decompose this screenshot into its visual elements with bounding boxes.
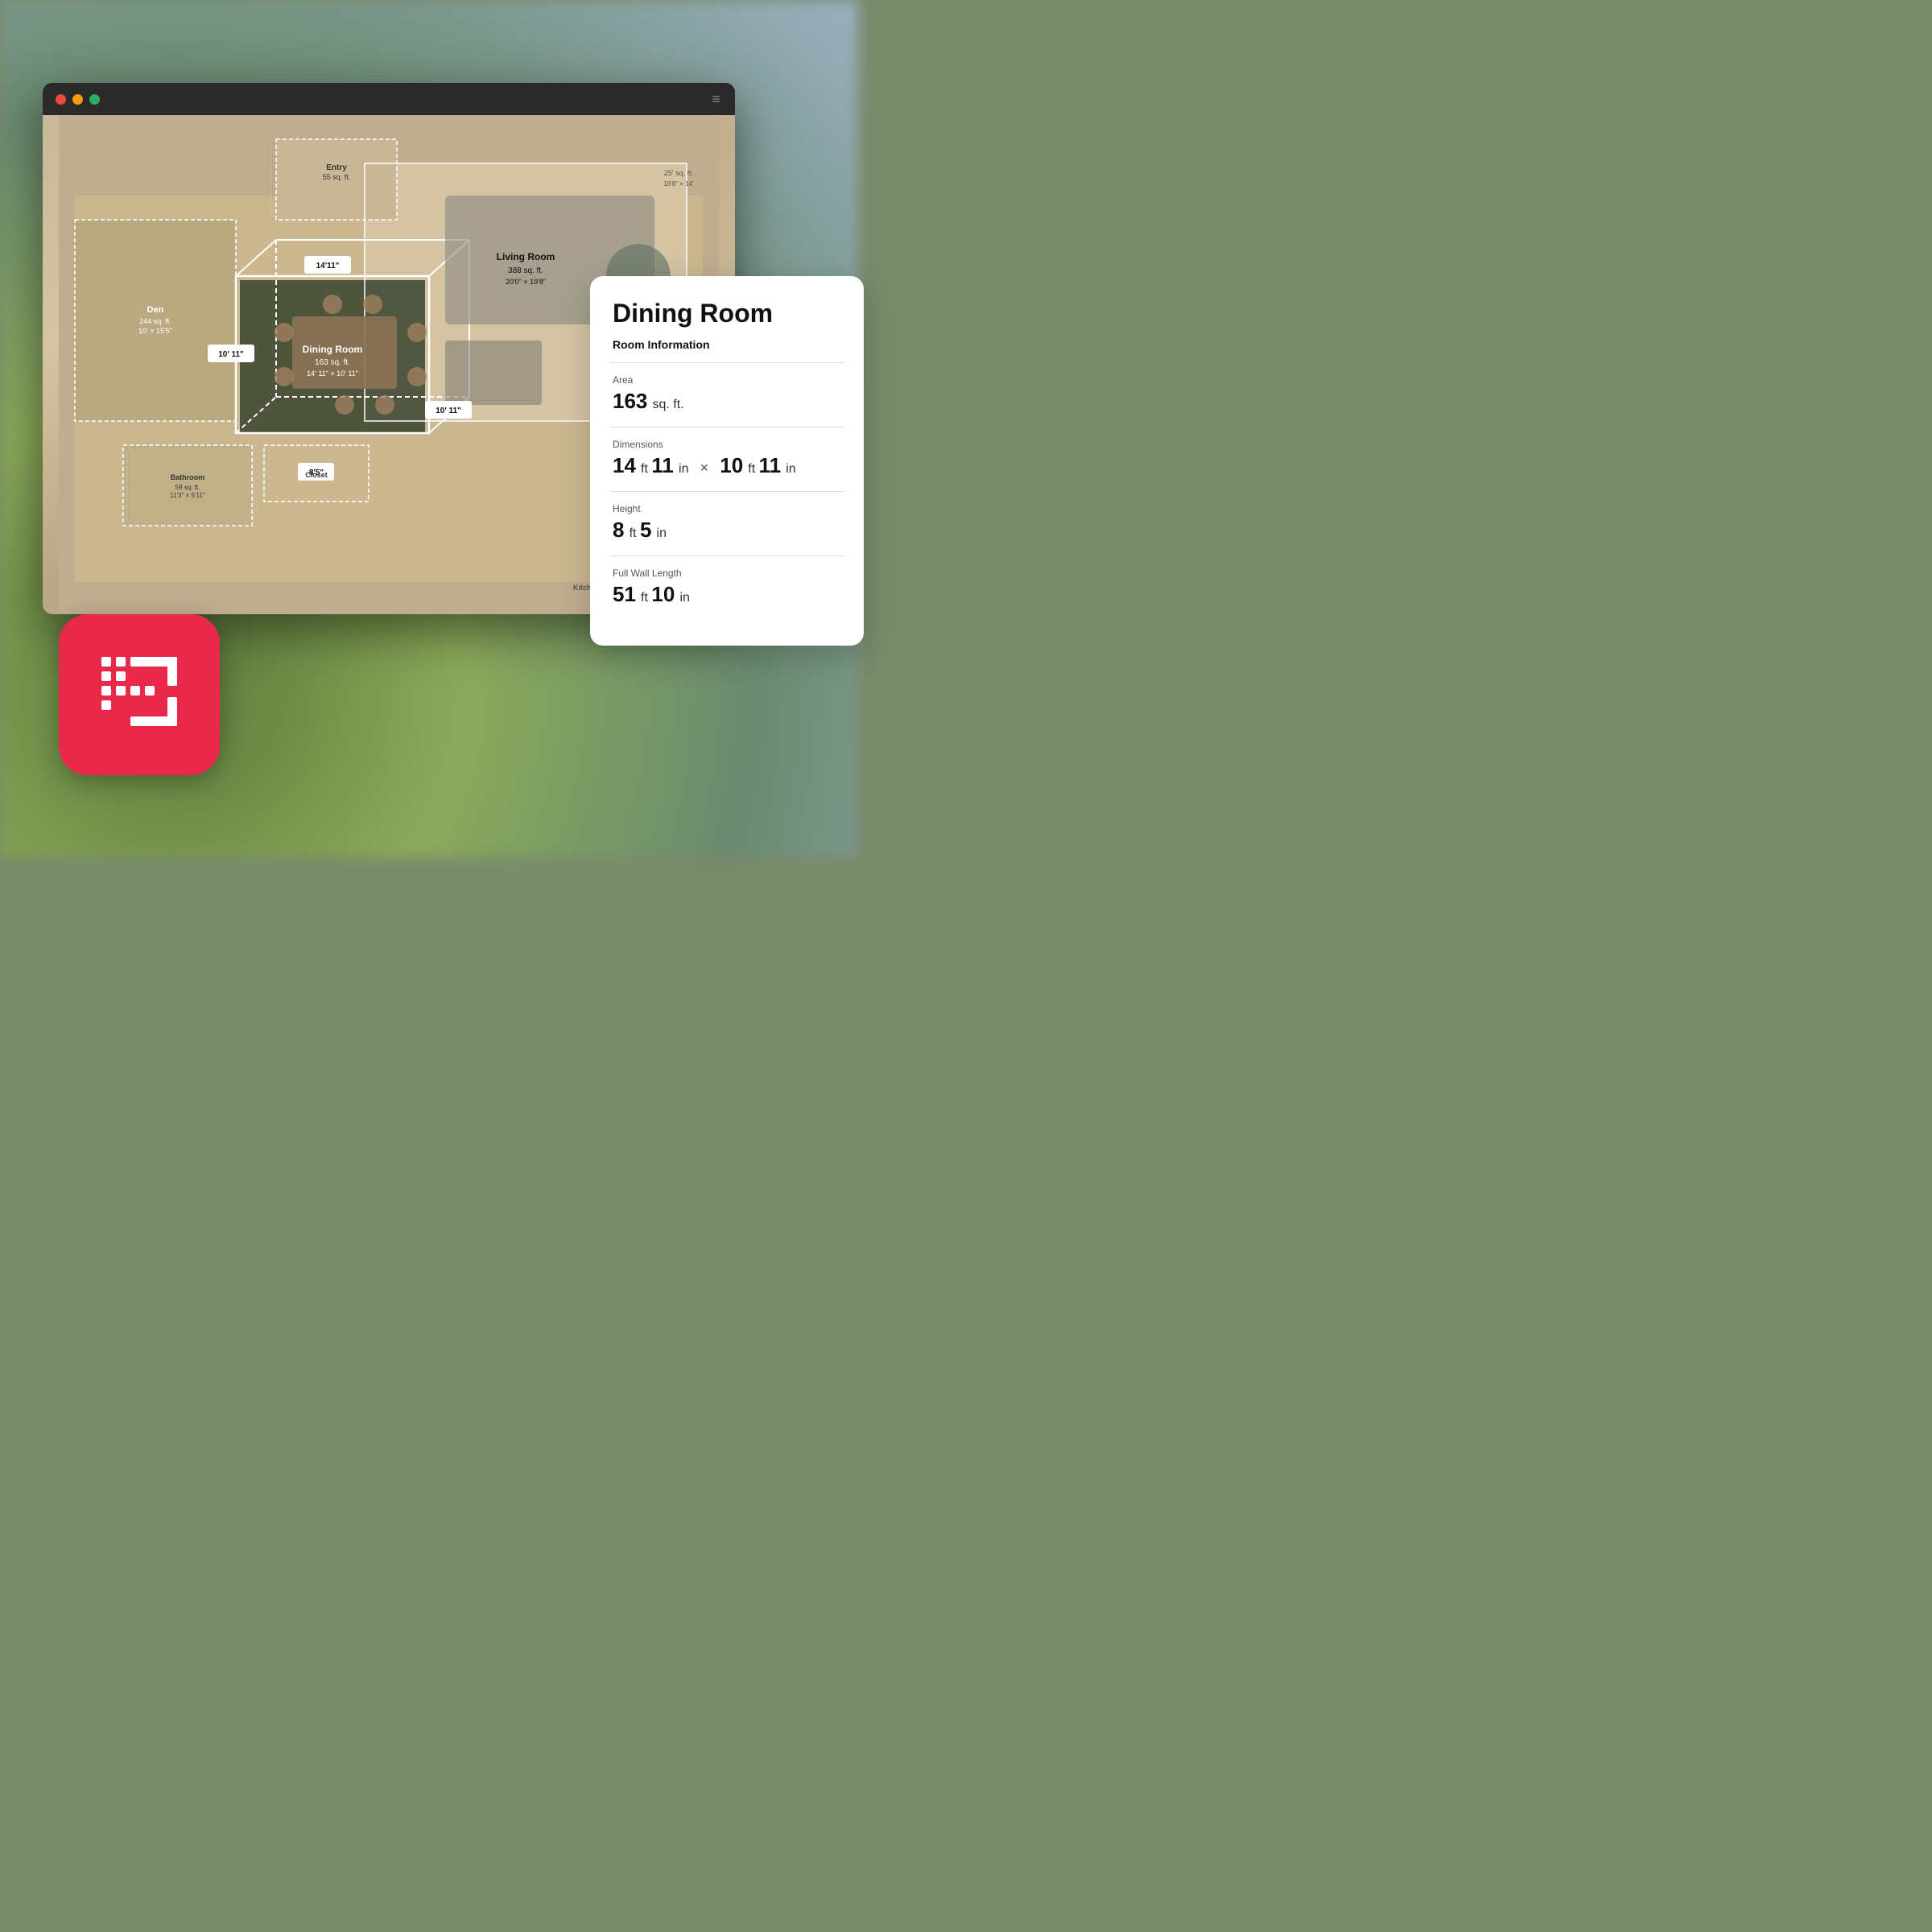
wall-ft-unit: ft bbox=[641, 591, 651, 605]
svg-text:244 sq. ft.: 244 sq. ft. bbox=[139, 317, 171, 325]
svg-text:14'11": 14'11" bbox=[316, 262, 340, 270]
area-unit: sq. ft. bbox=[653, 398, 684, 411]
wall-in-unit: in bbox=[679, 591, 689, 605]
area-label: Area bbox=[613, 374, 841, 386]
close-button[interactable] bbox=[56, 94, 66, 105]
dim-in-unit-2: in bbox=[786, 462, 795, 476]
wall-ft: 51 bbox=[613, 582, 636, 606]
dim-in-unit-1: in bbox=[679, 462, 688, 476]
svg-text:55 sq. ft.: 55 sq. ft. bbox=[323, 173, 351, 181]
times-symbol: × bbox=[700, 460, 709, 476]
dimensions-row: Dimensions 14 ft 11 in × 10 ft 11 in bbox=[613, 439, 841, 478]
height-ft-unit: ft bbox=[630, 526, 640, 540]
svg-text:59 sq. ft.: 59 sq. ft. bbox=[175, 484, 200, 491]
divider-3 bbox=[609, 491, 844, 492]
wall-label: Full Wall Length bbox=[613, 568, 841, 579]
dimensions-label: Dimensions bbox=[613, 439, 841, 450]
svg-text:Dining Room: Dining Room bbox=[303, 344, 363, 355]
svg-text:10' 11": 10' 11" bbox=[436, 407, 461, 415]
area-row: Area 163 sq. ft. bbox=[613, 374, 841, 414]
area-value: 163 sq. ft. bbox=[613, 389, 841, 414]
height-label: Height bbox=[613, 503, 841, 514]
room-title: Dining Room bbox=[613, 299, 841, 328]
svg-text:10' 11": 10' 11" bbox=[218, 350, 244, 359]
dim-ft-unit-1: ft bbox=[641, 462, 651, 476]
info-card: Dining Room Room Information Area 163 sq… bbox=[590, 276, 864, 646]
app-icon[interactable] bbox=[59, 614, 220, 775]
height-in-unit: in bbox=[657, 526, 667, 540]
wall-row: Full Wall Length 51 ft 10 in bbox=[613, 568, 841, 607]
svg-text:Den: Den bbox=[147, 305, 164, 315]
window-controls bbox=[56, 94, 100, 105]
height-row: Height 8 ft 5 in bbox=[613, 503, 841, 543]
svg-text:Living Room: Living Room bbox=[497, 251, 555, 262]
app-icon-svg bbox=[95, 650, 184, 739]
section-label: Room Information bbox=[613, 338, 841, 351]
dim-ft-unit-2: ft bbox=[748, 462, 758, 476]
dim-w-ft: 14 bbox=[613, 453, 636, 477]
svg-text:Bathroom: Bathroom bbox=[171, 473, 205, 481]
dim-h-ft: 10 bbox=[720, 453, 743, 477]
main-container: ≡ bbox=[43, 83, 815, 775]
dimensions-value: 14 ft 11 in × 10 ft 11 in bbox=[613, 453, 841, 478]
area-number: 163 bbox=[613, 389, 647, 413]
minimize-button[interactable] bbox=[72, 94, 83, 105]
divider bbox=[609, 362, 844, 363]
svg-text:Entry: Entry bbox=[326, 163, 347, 172]
svg-text:Closet: Closet bbox=[305, 471, 328, 479]
maximize-button[interactable] bbox=[89, 94, 100, 105]
dim-h-in: 11 bbox=[759, 453, 782, 477]
height-value: 8 ft 5 in bbox=[613, 518, 841, 543]
svg-text:11'3" × 5'11": 11'3" × 5'11" bbox=[170, 492, 205, 499]
svg-text:14' 11" × 10' 11": 14' 11" × 10' 11" bbox=[307, 369, 358, 378]
svg-text:10' × 15'5": 10' × 15'5" bbox=[138, 327, 172, 335]
svg-text:20'0" × 19'8": 20'0" × 19'8" bbox=[506, 278, 546, 286]
divider-4 bbox=[609, 555, 844, 556]
svg-text:18'8" × 14': 18'8" × 14' bbox=[663, 180, 694, 188]
dim-w-in: 11 bbox=[651, 453, 674, 477]
height-ft: 8 bbox=[613, 518, 624, 542]
wall-value: 51 ft 10 in bbox=[613, 582, 841, 607]
height-in: 5 bbox=[640, 518, 651, 542]
window-titlebar: ≡ bbox=[43, 83, 735, 115]
menu-icon[interactable]: ≡ bbox=[712, 91, 722, 108]
wall-in: 10 bbox=[651, 582, 675, 606]
svg-text:163 sq. ft.: 163 sq. ft. bbox=[315, 358, 350, 367]
svg-text:25' sq. ft.: 25' sq. ft. bbox=[664, 169, 693, 177]
svg-text:388 sq. ft.: 388 sq. ft. bbox=[508, 266, 543, 275]
